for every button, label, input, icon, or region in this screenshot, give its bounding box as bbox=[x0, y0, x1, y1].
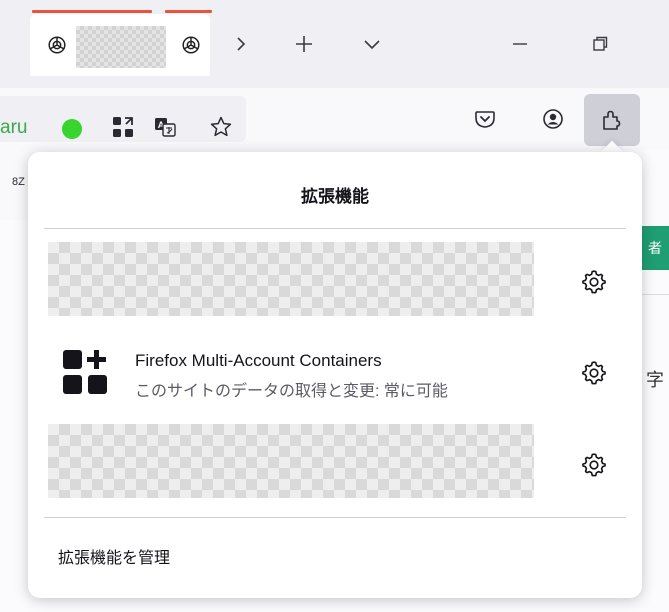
qr-code-icon[interactable] bbox=[108, 112, 138, 142]
url-bar[interactable]: aru A bbox=[0, 96, 246, 142]
page-button-fragment-label: 者 bbox=[648, 240, 662, 256]
translate-icon[interactable]: A bbox=[150, 112, 180, 142]
tab-accent-line bbox=[32, 10, 152, 13]
star-icon[interactable] bbox=[206, 112, 236, 142]
extension-item-containers[interactable]: Firefox Multi-Account Containers このサイトのデ… bbox=[28, 336, 642, 416]
gear-icon[interactable] bbox=[578, 266, 610, 298]
openai-icon bbox=[48, 36, 66, 54]
manage-extensions-button[interactable]: 拡張機能を管理 bbox=[58, 544, 170, 568]
nav-toolbar: aru A bbox=[0, 88, 669, 150]
openai-icon bbox=[182, 36, 200, 54]
url-bar-user-text: aru bbox=[0, 117, 28, 138]
tab-title-redacted bbox=[76, 26, 166, 68]
status-dot bbox=[62, 119, 82, 139]
restore-icon[interactable] bbox=[584, 28, 616, 60]
divider bbox=[44, 517, 626, 518]
pocket-icon[interactable] bbox=[470, 104, 500, 134]
extensions-button[interactable] bbox=[584, 94, 640, 146]
multi-account-containers-icon bbox=[63, 350, 107, 394]
puzzle-icon bbox=[603, 110, 621, 130]
tab-accent-line bbox=[165, 10, 212, 13]
minimize-icon[interactable] bbox=[504, 28, 536, 60]
plus-icon[interactable] bbox=[288, 28, 320, 60]
gear-icon[interactable] bbox=[578, 357, 610, 389]
divider bbox=[44, 228, 626, 229]
tab-strip bbox=[0, 0, 669, 88]
account-icon[interactable] bbox=[538, 104, 568, 134]
divider bbox=[640, 294, 669, 295]
extension-permission: このサイトのデータの取得と変更: 常に可能 bbox=[135, 383, 448, 400]
panel-title: 拡張機能 bbox=[301, 187, 369, 206]
chevron-down-icon[interactable] bbox=[356, 28, 388, 60]
gear-icon[interactable] bbox=[578, 449, 610, 481]
page-button-fragment[interactable]: 者 bbox=[640, 226, 669, 270]
page-text-fragment: 字 bbox=[646, 370, 664, 390]
extension-item-redacted[interactable] bbox=[48, 424, 534, 498]
bookmark-item-fragment[interactable]: 8Z bbox=[12, 176, 25, 188]
extension-item-redacted[interactable] bbox=[48, 242, 534, 316]
chevron-right-icon[interactable] bbox=[225, 28, 257, 60]
extensions-panel: 拡張機能 Firefox Multi-Account Containers この… bbox=[28, 152, 642, 598]
extension-name: Firefox Multi-Account Containers bbox=[135, 351, 382, 370]
